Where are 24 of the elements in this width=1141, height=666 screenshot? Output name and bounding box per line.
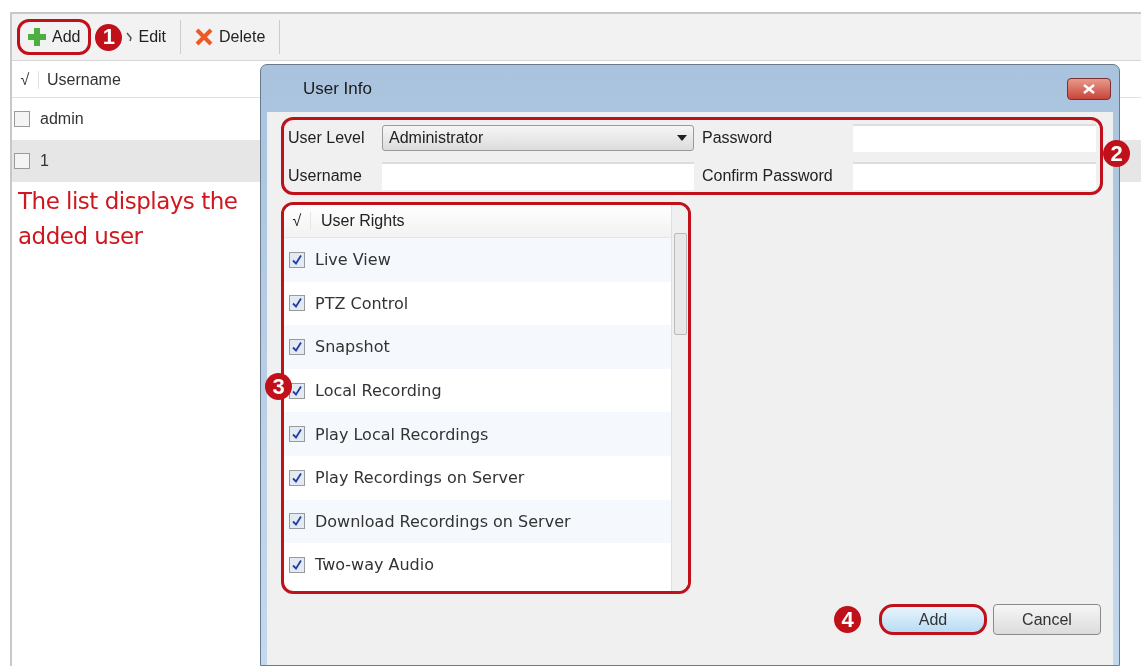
right-label: Live View — [315, 250, 391, 270]
check-column-header: √ — [12, 71, 39, 89]
callout-number: 4 — [834, 606, 861, 633]
right-label: Local Recording — [315, 381, 442, 401]
column-header: Username — [46, 71, 121, 89]
right-label: Play Local Recordings — [315, 424, 489, 444]
username-label: Username — [288, 167, 363, 185]
right-label: Play Recordings on Server — [315, 468, 525, 488]
password-label: Password — [701, 129, 774, 147]
callout-number: 2 — [1103, 140, 1130, 167]
confirm-password-label: Confirm Password — [701, 167, 834, 185]
right-label: Snapshot — [315, 337, 390, 357]
user-level-label: User Level — [288, 129, 366, 147]
annotation-text: The list displays the added user — [18, 187, 239, 251]
right-label: PTZ Control — [315, 293, 409, 313]
right-label: Two-way Audio — [315, 555, 434, 575]
username-text: admin — [40, 110, 84, 128]
check-column-header: √ — [284, 212, 311, 230]
column-header: User Rights — [320, 212, 405, 230]
username-text: 1 — [40, 152, 49, 170]
right-label: Download Recordings on Server — [315, 511, 571, 531]
callout-number: 3 — [265, 373, 292, 400]
dialog-title: User Info — [303, 78, 372, 99]
callout-number: 1 — [95, 23, 123, 51]
